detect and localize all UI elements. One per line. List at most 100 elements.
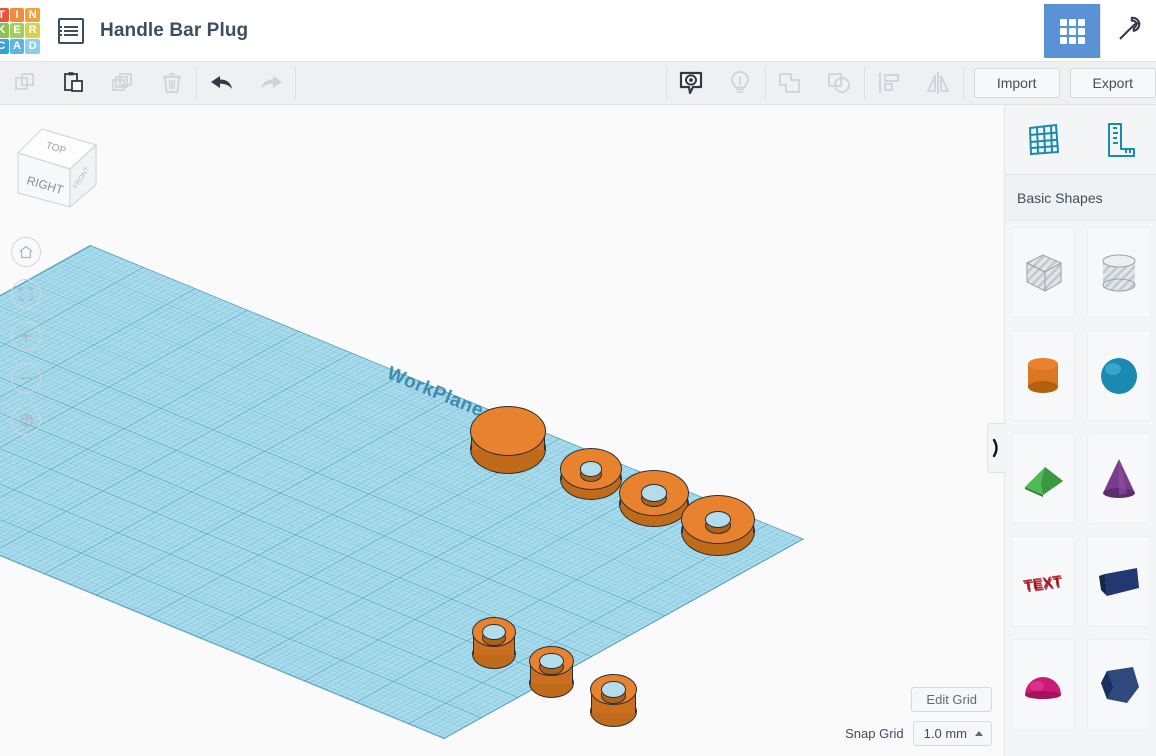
app-header: TIN KER CAD Handle Bar Plug [0, 0, 1156, 62]
shape-cylinder-hole[interactable] [1081, 221, 1156, 324]
group-button[interactable] [766, 62, 815, 104]
logo-tile-e: E [9, 23, 25, 38]
shape-box[interactable] [1005, 324, 1081, 427]
tube-small-3[interactable] [590, 674, 637, 727]
ring-xlarge[interactable] [681, 495, 755, 556]
shape-sphere[interactable] [1081, 324, 1156, 427]
ruler-tool-button[interactable] [1081, 119, 1156, 161]
fit-view-button[interactable] [11, 279, 41, 309]
redo-button[interactable] [246, 62, 295, 104]
arrange-tools [865, 62, 963, 104]
lightbulb-icon [731, 71, 750, 93]
ring-large[interactable] [619, 470, 689, 527]
logo-tile-d: D [25, 38, 40, 54]
shape-text[interactable]: TEXT TEXT [1005, 530, 1081, 633]
snap-grid-select[interactable]: 1.0 mm [912, 721, 992, 746]
snap-grid-value: 1.0 mm [923, 726, 967, 741]
main-toolbar: Import Export [0, 62, 1156, 105]
logo-tile-i: I [9, 7, 25, 23]
tinkercad-editor: TINKERCAD Handle Bar Plug Import Export … [0, 0, 1156, 756]
trash-icon [162, 73, 181, 93]
shape-cone[interactable] [1081, 427, 1156, 530]
shape-box-hole-thumbnail [1011, 227, 1075, 318]
ring-medium[interactable] [560, 448, 622, 500]
list-icon[interactable] [58, 17, 84, 44]
duplicate-icon [111, 73, 132, 91]
workplane-tool-button[interactable] [1005, 119, 1081, 161]
logo-tile-r: R [25, 23, 40, 38]
ungroup-button[interactable] [815, 62, 864, 104]
tube-small-1[interactable] [472, 617, 516, 669]
object-hole [579, 461, 603, 477]
snap-grid-row: Snap Grid 1.0 mm [845, 721, 992, 746]
copy-button[interactable] [0, 62, 49, 104]
mirror-icon [927, 72, 950, 94]
align-button[interactable] [865, 62, 914, 104]
paste-icon [63, 72, 83, 92]
shape-half-sphere-thumbnail [1011, 639, 1075, 730]
mirror-button[interactable] [914, 62, 963, 104]
snap-grid-label: Snap Grid [845, 726, 904, 741]
logo-tile-n: N [25, 7, 40, 23]
copy-icon [14, 73, 34, 90]
show-hide-button[interactable] [667, 62, 716, 104]
home-icon [19, 245, 33, 259]
eye-bubble-icon [680, 71, 703, 95]
group-icon [779, 73, 801, 93]
undo-arrow-icon [210, 76, 232, 89]
panel-tool-icons [1005, 105, 1156, 175]
view-nav-controls [11, 237, 41, 435]
grid-icon [1060, 18, 1085, 44]
shape-list[interactable]: TEXT TEXT [1005, 221, 1156, 736]
shape-half-sphere[interactable] [1005, 633, 1081, 736]
shape-polygon[interactable] [1081, 633, 1156, 736]
panel-section-title: Basic Shapes [1005, 175, 1156, 221]
view-cube[interactable]: TOP RIGHT FRONT [8, 123, 104, 219]
tube-small-2[interactable] [529, 646, 574, 698]
zoom-in-button[interactable] [11, 321, 41, 351]
view-tools [667, 62, 765, 104]
ortho-perspective-button[interactable] [11, 405, 41, 435]
export-button[interactable]: Export [1069, 68, 1156, 98]
3d-viewport[interactable]: WorkPlane TOP RIGHT FRONT Edit Grid Snap… [0, 105, 1004, 756]
home-view-button[interactable] [11, 237, 41, 267]
shape-polygon-thumbnail [1087, 639, 1151, 730]
blocks-mode-tab[interactable] [1100, 4, 1156, 58]
shapes-panel: Basic Shapes TEXT TEXT [987, 105, 1156, 756]
edit-grid-button[interactable]: Edit Grid [911, 687, 992, 712]
workplane-grid-icon [1028, 123, 1059, 155]
logo-tile-k: K [0, 23, 9, 38]
shape-cone-thumbnail [1087, 433, 1151, 524]
object-hole [600, 680, 627, 699]
shape-cylinder-hole-thumbnail [1087, 227, 1151, 318]
delete-button[interactable] [147, 62, 196, 104]
shape-wedge-thumbnail [1011, 433, 1075, 524]
toolbar-divider-6 [962, 66, 964, 100]
shapes-mode-tab[interactable] [1044, 4, 1100, 58]
undo-button[interactable] [197, 62, 246, 104]
mode-tabs [1044, 4, 1156, 58]
chevron-right-icon [992, 438, 998, 458]
tinkercad-logo[interactable]: TIN KER CAD [0, 7, 40, 54]
shape-box-thumbnail [1011, 330, 1075, 421]
chevron-up-icon [975, 731, 983, 736]
clipboard-tools [0, 62, 196, 104]
zoom-out-button[interactable] [11, 363, 41, 393]
minus-icon [20, 377, 32, 379]
panel-collapse-handle[interactable] [987, 423, 1006, 473]
shape-roof[interactable] [1081, 530, 1156, 633]
fit-frame-icon [19, 287, 33, 301]
object-hole [539, 652, 564, 670]
page-title: Handle Bar Plug [100, 19, 249, 41]
solid-disc[interactable] [470, 406, 546, 474]
paste-button[interactable] [49, 62, 98, 104]
plus-icon [20, 330, 32, 342]
duplicate-button[interactable] [98, 62, 147, 104]
shape-box-hole[interactable] [1005, 221, 1081, 324]
group-tools [766, 62, 864, 104]
import-button[interactable]: Import [973, 68, 1060, 98]
hint-button[interactable] [716, 62, 765, 104]
align-icon [879, 73, 900, 93]
shape-wedge[interactable] [1005, 427, 1081, 530]
